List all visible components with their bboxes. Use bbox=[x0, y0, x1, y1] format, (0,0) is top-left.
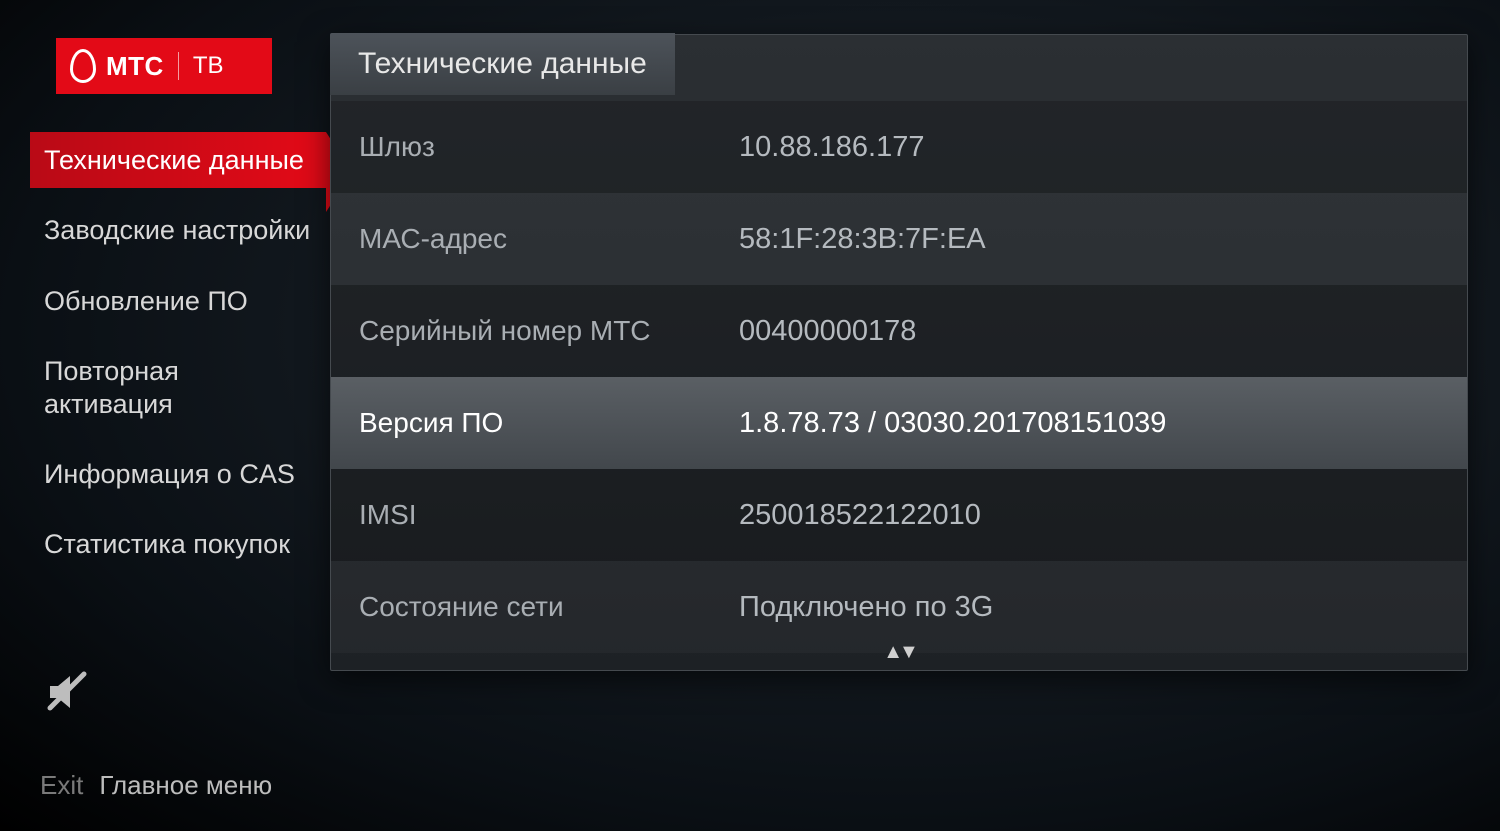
table-row[interactable]: Шлюз10.88.186.177 bbox=[331, 101, 1467, 193]
sidebar-item-2[interactable]: Обновление ПО bbox=[30, 273, 326, 329]
brand-divider bbox=[178, 52, 179, 80]
exit-key-label: Exit bbox=[40, 770, 83, 801]
table-row[interactable]: Версия ПО1.8.78.73 / 03030.201708151039 bbox=[331, 377, 1467, 469]
row-value: 250018522122010 bbox=[739, 499, 1439, 532]
table-row[interactable]: Серийный номер МТС00400000178 bbox=[331, 285, 1467, 377]
table-row[interactable]: IMSI250018522122010 bbox=[331, 469, 1467, 561]
row-value: 10.88.186.177 bbox=[739, 131, 1439, 164]
row-value: 58:1F:28:3B:7F:EA bbox=[739, 223, 1439, 256]
footer-hint: Exit Главное меню bbox=[40, 770, 272, 801]
table-row[interactable]: МАС-адрес58:1F:28:3B:7F:EA bbox=[331, 193, 1467, 285]
sidebar-item-label: Заводские настройки bbox=[44, 215, 310, 245]
sidebar-item-3[interactable]: Повторная активация bbox=[30, 343, 326, 432]
row-value: 00400000178 bbox=[739, 315, 1439, 348]
row-key: IMSI bbox=[359, 499, 739, 531]
scroll-indicator-icon: ▲▼ bbox=[883, 641, 915, 664]
panel-title: Технические данные bbox=[330, 33, 675, 95]
sidebar: Технические данные Заводские настройки Обн… bbox=[30, 132, 326, 587]
sidebar-item-0[interactable]: Технические данные bbox=[30, 132, 326, 188]
sidebar-item-label: Информация о CAS bbox=[44, 459, 295, 489]
panel-body[interactable]: Шлюз10.88.186.177МАС-адрес58:1F:28:3B:7F… bbox=[331, 101, 1467, 670]
row-key: Шлюз bbox=[359, 131, 739, 163]
row-value: 1.8.78.73 / 03030.201708151039 bbox=[739, 407, 1439, 440]
sidebar-item-5[interactable]: Статистика покупок bbox=[30, 516, 326, 572]
sidebar-item-label: Обновление ПО bbox=[44, 286, 248, 316]
sidebar-item-1[interactable]: Заводские настройки bbox=[30, 202, 326, 258]
brand-name: МТС bbox=[106, 51, 164, 82]
sidebar-item-label: Повторная активация bbox=[44, 356, 179, 418]
row-key: МАС-адрес bbox=[359, 223, 739, 255]
egg-icon bbox=[70, 49, 96, 83]
brand-sub: ТВ bbox=[193, 52, 224, 80]
sidebar-item-label: Технические данные bbox=[44, 145, 304, 175]
table-row[interactable]: Состояние сетиПодключено по 3G bbox=[331, 561, 1467, 653]
brand-logo: МТС ТВ bbox=[56, 38, 272, 94]
tech-data-panel: Технические данные Шлюз10.88.186.177МАС-… bbox=[330, 34, 1468, 671]
sidebar-item-label: Статистика покупок bbox=[44, 529, 290, 559]
row-key: Состояние сети bbox=[359, 591, 739, 623]
exit-action-label: Главное меню bbox=[99, 770, 272, 801]
row-key: Версия ПО bbox=[359, 407, 739, 439]
row-key: Серийный номер МТС bbox=[359, 315, 739, 347]
sidebar-item-4[interactable]: Информация о CAS bbox=[30, 446, 326, 502]
mute-icon bbox=[44, 668, 92, 716]
row-value: Подключено по 3G bbox=[739, 591, 1439, 624]
